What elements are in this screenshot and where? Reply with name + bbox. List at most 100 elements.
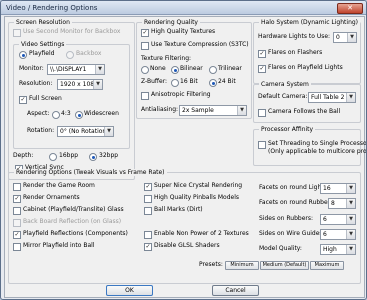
sides-rubbers-select[interactable]: 6 ▼	[320, 214, 356, 225]
texture-compression-checkbox[interactable]	[141, 42, 149, 50]
default-camera-label: Default Camera:	[258, 93, 308, 100]
processor-affinity-title: Processor Affinity	[259, 126, 316, 133]
preset-minimum-button[interactable]: Minimum	[225, 261, 259, 270]
hw-lights-label: Hardware Lights to Use:	[258, 33, 331, 40]
hq-textures-checkbox[interactable]: ✓	[141, 29, 149, 37]
anisotropic-label: Anisotropic Filtering	[151, 91, 211, 98]
halo-system-group: Halo System (Dynamic Lighting) Hardware …	[253, 19, 361, 84]
close-button[interactable]: ✕	[337, 3, 363, 14]
mirror-playfield-label: Mirror Playfield into Ball	[23, 242, 95, 249]
hw-lights-select[interactable]: 0 ▼	[333, 32, 357, 43]
filter-trilinear-radio[interactable]	[209, 66, 217, 74]
facets-rubbers-value: 8	[331, 200, 335, 207]
halo-system-title: Halo System (Dynamic Lighting)	[259, 19, 361, 26]
rotation-label: Rotation:	[27, 127, 55, 134]
model-quality-select[interactable]: High ▼	[320, 244, 356, 255]
resolution-label: Resolution:	[19, 80, 53, 87]
aspect-wide-radio[interactable]	[75, 111, 83, 119]
non-power-two-checkbox[interactable]	[144, 231, 152, 239]
backbox-radio[interactable]	[66, 51, 74, 59]
aspect-43-radio[interactable]	[52, 111, 60, 119]
facets-rubbers-label: Facets on round Rubbers:	[259, 199, 336, 206]
antialiasing-select[interactable]: 2x Sample ▼	[179, 105, 247, 116]
rendering-options-title: Rendering Options (Tweak Visuals vs Fram…	[14, 169, 167, 176]
playfield-radio[interactable]	[19, 51, 27, 59]
zbuffer-24-radio[interactable]	[209, 79, 217, 87]
disable-glsl-checkbox[interactable]: ✓	[144, 243, 152, 251]
depth-16-radio[interactable]	[49, 153, 57, 161]
back-board-reflection-checkbox[interactable]	[13, 219, 21, 227]
zbuffer-label: Z-Buffer:	[141, 78, 168, 85]
model-quality-value: High	[323, 246, 337, 253]
filter-none-radio[interactable]	[141, 66, 149, 74]
filter-none-label: None	[150, 65, 166, 72]
camera-system-group: Camera System Default Camera: Full Table…	[253, 81, 361, 123]
flares-flashers-checkbox[interactable]: ✓	[258, 50, 266, 58]
rendering-options-group: Rendering Options (Tweak Visuals vs Fram…	[8, 169, 361, 284]
aspect-43-label: 4:3	[61, 110, 71, 117]
monitor-label: Monitor:	[19, 65, 44, 72]
sides-wire-value: 6	[323, 231, 327, 238]
rotation-select[interactable]: 0° (No Rotation) ▼	[57, 126, 114, 137]
backbox-label: Backbox	[76, 50, 102, 57]
aspect-label: Aspect:	[27, 110, 50, 117]
super-nice-crystal-label: Super Nice Crystal Rendering	[154, 182, 243, 189]
screen-resolution-group: Screen Resolution Use Second Monitor for…	[8, 19, 135, 180]
render-game-room-checkbox[interactable]	[13, 183, 21, 191]
title-bar[interactable]: Video / Rendering Options ✕	[1, 1, 366, 15]
rendering-quality-group: Rendering Quality ✓ High Quality Texture…	[136, 19, 252, 119]
ball-marks-label: Ball Marks (Dirt)	[154, 206, 203, 213]
close-icon: ✕	[347, 4, 353, 12]
facets-rubbers-select[interactable]: 8 ▼	[328, 198, 356, 209]
chevron-down-icon: ▼	[346, 93, 355, 102]
render-game-room-label: Render the Game Room	[23, 182, 95, 189]
single-processor-checkbox[interactable]	[258, 141, 266, 149]
flares-playfield-label: Flares on Playfield Lights	[268, 64, 343, 71]
sides-wire-select[interactable]: 6 ▼	[320, 229, 356, 240]
anisotropic-checkbox[interactable]	[141, 92, 149, 100]
flares-playfield-checkbox[interactable]: ✓	[258, 65, 266, 73]
rendering-quality-title: Rendering Quality	[142, 19, 200, 26]
antialiasing-label: Antialiasing:	[141, 106, 179, 113]
playfield-reflections-checkbox[interactable]: ✓	[13, 231, 21, 239]
fullscreen-checkbox[interactable]: ✓	[19, 96, 27, 104]
depth-32-radio[interactable]	[89, 153, 97, 161]
default-camera-select[interactable]: Full Table 2 ▼	[308, 92, 356, 103]
zbuffer-16-label: 16 Bit	[180, 78, 198, 85]
ball-marks-checkbox[interactable]	[144, 207, 152, 215]
facets-lights-value: 16	[323, 185, 331, 192]
monitor-value: \\.\DISPLAY1	[50, 66, 87, 73]
chevron-down-icon: ▼	[347, 33, 356, 42]
depth-32-label: 32bpp	[99, 152, 119, 159]
render-ornaments-checkbox[interactable]: ✓	[13, 195, 21, 203]
resolution-select[interactable]: 1920 x 1080 ▼	[57, 79, 103, 90]
depth-label: Depth:	[13, 152, 34, 159]
disable-glsl-label: Disable GLSL Shaders	[154, 242, 220, 249]
chevron-down-icon: ▼	[237, 106, 246, 115]
filter-bilinear-label: Bilinear	[180, 65, 203, 72]
playfield-reflections-label: Playfield Reflections (Components)	[23, 230, 128, 237]
preset-medium-button[interactable]: Medium (Default)	[260, 261, 309, 270]
zbuffer-16-radio[interactable]	[171, 79, 179, 87]
second-monitor-label: Use Second Monitor for Backbox	[23, 28, 121, 35]
preset-maximum-button[interactable]: Maximum	[310, 261, 344, 270]
hq-pinball-label: High Quality Pinballs Models	[154, 194, 239, 201]
back-board-reflection-label: Back Board Reflection (on Glass)	[23, 218, 122, 225]
facets-lights-select[interactable]: 16 ▼	[320, 183, 356, 194]
mirror-playfield-checkbox[interactable]	[13, 243, 21, 251]
monitor-select[interactable]: \\.\DISPLAY1 ▼	[47, 64, 105, 75]
options-window: Video / Rendering Options ✕ Screen Resol…	[0, 0, 367, 300]
second-monitor-checkbox[interactable]	[13, 29, 21, 37]
hw-lights-value: 0	[336, 34, 340, 41]
cancel-button[interactable]: Cancel	[212, 285, 259, 296]
super-nice-crystal-checkbox[interactable]: ✓	[144, 183, 152, 191]
sides-rubbers-value: 6	[323, 216, 327, 223]
camera-follows-checkbox[interactable]	[258, 109, 266, 117]
rotation-value: 0° (No Rotation)	[60, 128, 109, 135]
ok-button[interactable]: OK	[106, 285, 153, 296]
flares-flashers-label: Flares on Flashers	[268, 49, 323, 56]
cabinet-glass-checkbox[interactable]	[13, 207, 21, 215]
filter-bilinear-radio[interactable]	[171, 66, 179, 74]
cabinet-glass-label: Cabinet (Playfield/Translite) Glass	[23, 206, 124, 213]
hq-pinball-checkbox[interactable]	[144, 195, 152, 203]
